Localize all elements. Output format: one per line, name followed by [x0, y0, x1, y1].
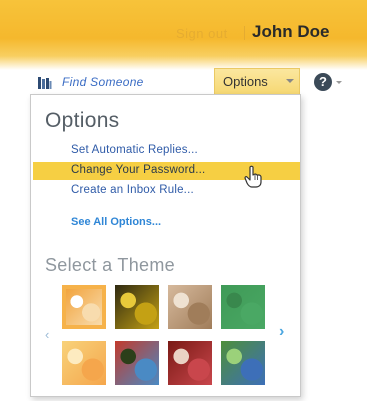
user-name[interactable]: John Doe: [252, 22, 329, 42]
help-icon[interactable]: ?: [314, 73, 332, 91]
menu-item-automatic-replies[interactable]: Set Automatic Replies...: [71, 144, 198, 156]
theme-thumbnail-5[interactable]: [62, 341, 106, 385]
help-chevron-down-icon[interactable]: [336, 81, 342, 84]
address-book-icon: [38, 77, 52, 89]
theme-prev-arrow[interactable]: ‹: [45, 327, 49, 342]
theme-next-arrow[interactable]: ›: [279, 323, 284, 341]
menu-item-change-password[interactable]: Change Your Password...: [71, 164, 205, 176]
theme-thumbnail-8[interactable]: [221, 341, 265, 385]
header-bar: Sign out John Doe: [0, 0, 367, 70]
signout-link[interactable]: Sign out: [176, 26, 228, 41]
options-dropdown-panel: Options Set Automatic Replies... Change …: [30, 94, 301, 397]
chevron-down-icon: [286, 79, 294, 83]
theme-thumbnail-4[interactable]: [221, 285, 265, 329]
cursor-hand-icon: [244, 165, 262, 188]
options-menu-title: Options: [45, 109, 120, 132]
theme-thumbnail-1[interactable]: [62, 285, 106, 329]
options-button[interactable]: Options: [214, 68, 300, 94]
theme-thumbnail-2[interactable]: [115, 285, 159, 329]
theme-thumbnail-6[interactable]: [115, 341, 159, 385]
theme-thumbnail-3[interactable]: [168, 285, 212, 329]
options-button-label: Options: [223, 74, 268, 89]
find-someone-label[interactable]: Find Someone: [62, 75, 144, 89]
theme-thumbnail-7[interactable]: [168, 341, 212, 385]
header-divider: [244, 26, 245, 40]
menu-item-inbox-rule[interactable]: Create an Inbox Rule...: [71, 184, 194, 196]
theme-section-title: Select a Theme: [45, 255, 175, 275]
see-all-options-link[interactable]: See All Options...: [71, 216, 161, 228]
